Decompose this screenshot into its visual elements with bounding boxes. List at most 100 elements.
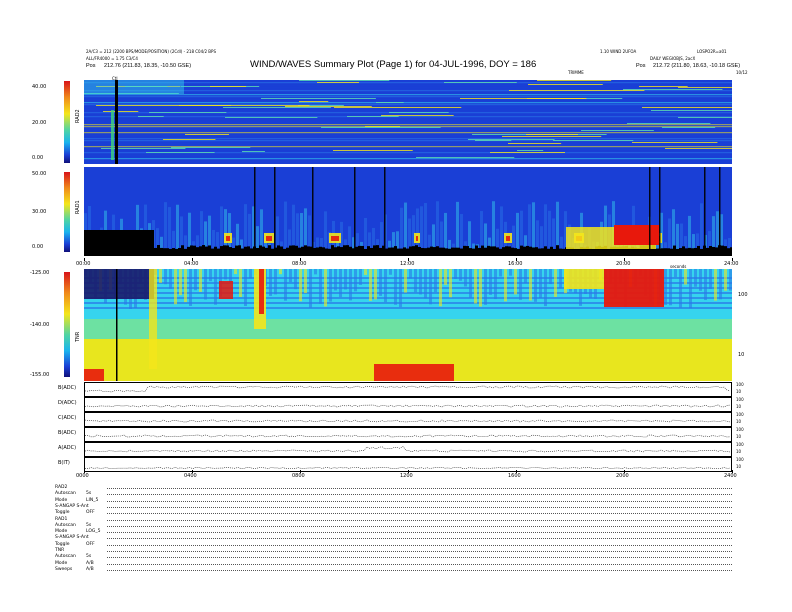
time-tick-label: 2000 xyxy=(616,473,629,479)
info-row-dots xyxy=(107,569,732,571)
time-tick-label: 04:00 xyxy=(184,261,199,267)
info-row-value: OFF xyxy=(86,510,95,516)
rad1-axis-label: RAD1 xyxy=(75,200,81,214)
time-tick-label: 08:00 xyxy=(292,261,307,267)
tnr-axis-label: TNR xyxy=(75,331,81,342)
info-row-dots xyxy=(107,525,732,527)
line-plot-trace xyxy=(85,419,731,423)
time-tick-label: 16:00 xyxy=(508,261,523,267)
info-row-dots xyxy=(107,557,732,559)
info-row-dots xyxy=(107,544,732,546)
line-plot-right-tick: 100 xyxy=(736,442,744,447)
line-plot-label: B(IT) xyxy=(58,460,70,466)
header-right-pos: 212.72 (211.80, 18.63, -10.18 GSE) xyxy=(653,63,741,69)
info-row-dots xyxy=(107,519,732,521)
info-row-dots xyxy=(107,488,732,489)
time-tick-label: 2400 xyxy=(724,473,737,479)
rad1-tick-top: 50.00 xyxy=(32,171,47,177)
info-row-name: RAD1 xyxy=(55,516,68,522)
rad1-spectrogram xyxy=(84,167,732,256)
rad1-svg xyxy=(84,167,732,256)
info-row-name: RAD2 xyxy=(55,485,68,490)
line-plot-label: B(ADC) xyxy=(58,430,77,436)
rad1-tick-mid: 30.00 xyxy=(32,209,47,215)
line-plot-trace xyxy=(85,446,731,453)
rad2-tick-mid: 20.00 xyxy=(32,120,47,126)
info-row-value: LOG_5 xyxy=(86,529,101,535)
info-row-dots xyxy=(107,563,732,565)
header-right-pos-label: Pos xyxy=(636,63,646,69)
info-row-dots xyxy=(107,532,732,534)
info-row-dots xyxy=(107,551,732,552)
page-title: WIND/WAVES Summary Plot (Page 1) for 04-… xyxy=(250,59,537,70)
line-plot-right-tick: 10 xyxy=(736,419,742,424)
bottom-time-axis: 0000 0400 0800 1200 1600 2000 2400 xyxy=(0,470,792,482)
trim-label: TRIMME xyxy=(568,70,584,75)
time-tick-label: 0800 xyxy=(292,473,305,479)
line-plot-right-tick: 100 xyxy=(736,427,744,432)
tnr-right-tick-100: 100 xyxy=(738,292,748,298)
tnr-tick-top: -125.00 xyxy=(30,270,50,276)
info-row-dots xyxy=(107,506,732,508)
line-plot-right-tick: 10 xyxy=(736,434,742,439)
line-plot-trace xyxy=(85,434,731,438)
line-plot-right-tick: 100 xyxy=(736,412,744,417)
info-row-value: A/B xyxy=(86,560,94,566)
time-tick-label: 12:00 xyxy=(400,261,415,267)
header-left-pos: 212.76 (211.83, 18.35, -10.50 GSE) xyxy=(104,63,192,69)
header-left-pos-label: Pos xyxy=(86,63,96,69)
line-plot-right-tick: 10 xyxy=(736,449,742,454)
info-row-name: Mode xyxy=(55,560,68,566)
line-plot-right-tick: 10 xyxy=(736,464,742,469)
info-row-value: OFF xyxy=(86,541,95,547)
rad2-colorbar xyxy=(64,81,70,163)
line-plot-trace xyxy=(85,385,731,393)
info-row-name: Autoscan xyxy=(55,554,76,560)
tnr-svg xyxy=(84,269,732,381)
rad2-tick-top: 40.00 xyxy=(32,84,47,90)
time-tick-label: 00:00 xyxy=(76,261,91,267)
line-plot-label: B(ADC) xyxy=(58,385,77,391)
tnr-tick-mid: -140.00 xyxy=(30,322,50,328)
rad2-svg xyxy=(84,80,732,164)
info-row-dots xyxy=(107,494,732,496)
header-left-line2: ALL/FR4000 = 1.75 C3/C4 xyxy=(86,56,138,61)
tnr-right-tick-10: 10 xyxy=(738,352,745,358)
info-row-name: S-ANGAP S-Ant xyxy=(55,503,89,509)
line-plot-trace xyxy=(85,404,731,408)
info-row-value: 5s xyxy=(86,554,92,560)
line-plot-label: C(ADC) xyxy=(58,415,77,421)
info-row-name: Mode xyxy=(55,497,68,503)
colorbar-range: 10/12 xyxy=(736,70,748,75)
rad2-axis-label: RAD2 xyxy=(75,109,81,123)
line-plot-label: D(ADC) xyxy=(58,400,77,406)
header-left-line1: 2A/C3 = 212 (2200 BPS/MODE/POSITION) (2C… xyxy=(86,49,216,54)
line-plot-right-tick: 10 xyxy=(736,389,742,394)
header-right-line2: DAILY WEGIOBJS, 2acX xyxy=(650,56,696,61)
line-plot-right-tick: 100 xyxy=(736,397,744,402)
info-row-name: Sweeps xyxy=(55,566,73,572)
info-row-name: TNR xyxy=(55,548,65,553)
line-plot-right-tick: 100 xyxy=(736,382,744,387)
time-tick-label: 1600 xyxy=(508,473,521,479)
info-row-name: Toggle xyxy=(55,510,70,516)
info-row-name: Autoscan xyxy=(55,522,76,528)
rad1-colorbar xyxy=(64,172,70,252)
line-plot-label: A(ADC) xyxy=(58,445,77,451)
rad2-tick-bottom: 0.00 xyxy=(32,155,44,161)
time-tick-label: 1200 xyxy=(400,473,413,479)
info-row-value: 5s xyxy=(86,491,92,497)
time-tick-label: 0400 xyxy=(184,473,197,479)
header-right-line1: 1.10 WIND 2UFOA xyxy=(600,49,637,54)
rad1-tick-bottom: 0.00 xyxy=(32,244,44,250)
info-row-name: Autoscan xyxy=(55,491,76,497)
time-tick-label: 20:00 xyxy=(616,261,631,267)
header-right-version: LOSPO2R=a01 xyxy=(697,49,727,54)
tnr-colorbar xyxy=(64,272,70,377)
tnr-spectrogram xyxy=(84,269,732,381)
info-row-name: Toggle xyxy=(55,541,70,547)
info-row-value: LIN_5 xyxy=(86,497,99,503)
line-plot-right-tick: 10 xyxy=(736,404,742,409)
info-row-dots xyxy=(107,500,732,502)
info-row-value: 5s xyxy=(86,522,92,528)
